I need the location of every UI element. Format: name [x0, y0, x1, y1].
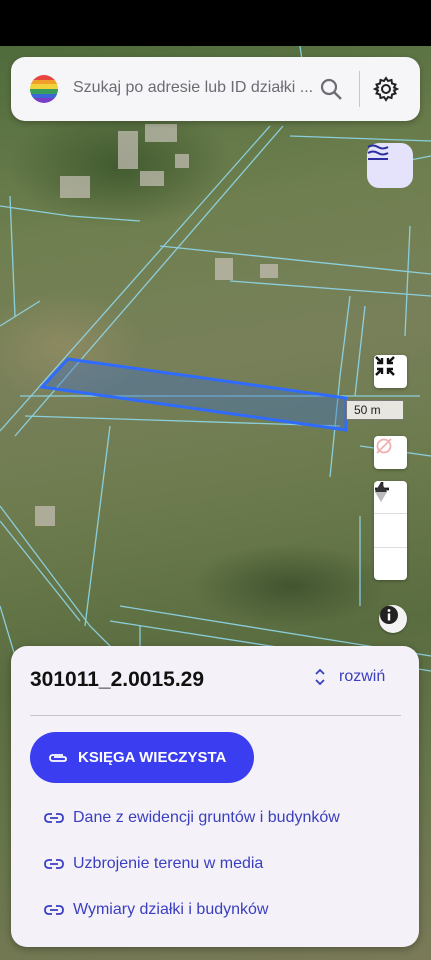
- expand-label: rozwiń: [339, 668, 386, 685]
- scale-bar: 50 m: [346, 400, 404, 420]
- parcel-panel: 301011_2.0015.29 rozwiń KSIĘGA WIECZYSTA…: [11, 646, 419, 947]
- location-button[interactable]: [374, 436, 407, 469]
- land-register-button[interactable]: KSIĘGA WIECZYSTA: [30, 732, 254, 783]
- compass-button[interactable]: [374, 482, 407, 580]
- info-button[interactable]: [379, 605, 407, 633]
- collapse-arrows-icon: [375, 356, 395, 376]
- status-bar: [0, 0, 431, 46]
- expand-button[interactable]: rozwiń: [315, 668, 385, 686]
- link-utilities[interactable]: Uzbrojenie terenu w media: [44, 855, 263, 873]
- zoom-controls: [374, 481, 407, 580]
- link-label: Dane z ewidencji gruntów i budynków: [73, 809, 340, 826]
- gear-icon[interactable]: [373, 76, 399, 102]
- paperclip-icon: [49, 753, 67, 762]
- link-icon: [44, 813, 64, 823]
- layers-button[interactable]: [367, 143, 413, 188]
- link-label: Uzbrojenie terenu w media: [73, 855, 264, 872]
- link-dimensions[interactable]: Wymiary działki i budynków: [44, 901, 268, 919]
- panel-divider: [30, 715, 401, 716]
- location-off-icon: [376, 438, 392, 454]
- link-label: Wymiary działki i budynków: [73, 901, 269, 918]
- search-icon[interactable]: [318, 76, 344, 102]
- parcel-id: 301011_2.0015.29: [30, 668, 205, 691]
- chevron-up-down-icon: [315, 668, 325, 686]
- compass-icon: [375, 482, 387, 502]
- zoom-out-button[interactable]: [374, 487, 407, 546]
- app-logo: [30, 75, 58, 103]
- link-icon: [44, 859, 64, 869]
- search-input[interactable]: Szukaj po adresie lub ID działki ...: [73, 79, 319, 97]
- land-register-label: KSIĘGA WIECZYSTA: [78, 749, 227, 766]
- fit-bounds-button[interactable]: [374, 355, 407, 388]
- selected-parcel: [38, 357, 348, 432]
- search-bar[interactable]: Szukaj po adresie lub ID działki ...: [11, 57, 420, 121]
- layers-icon: [367, 144, 389, 160]
- search-divider: [359, 71, 360, 107]
- link-land-registry-data[interactable]: Dane z ewidencji gruntów i budynków: [44, 809, 340, 827]
- link-icon: [44, 905, 64, 915]
- info-icon: [380, 606, 398, 624]
